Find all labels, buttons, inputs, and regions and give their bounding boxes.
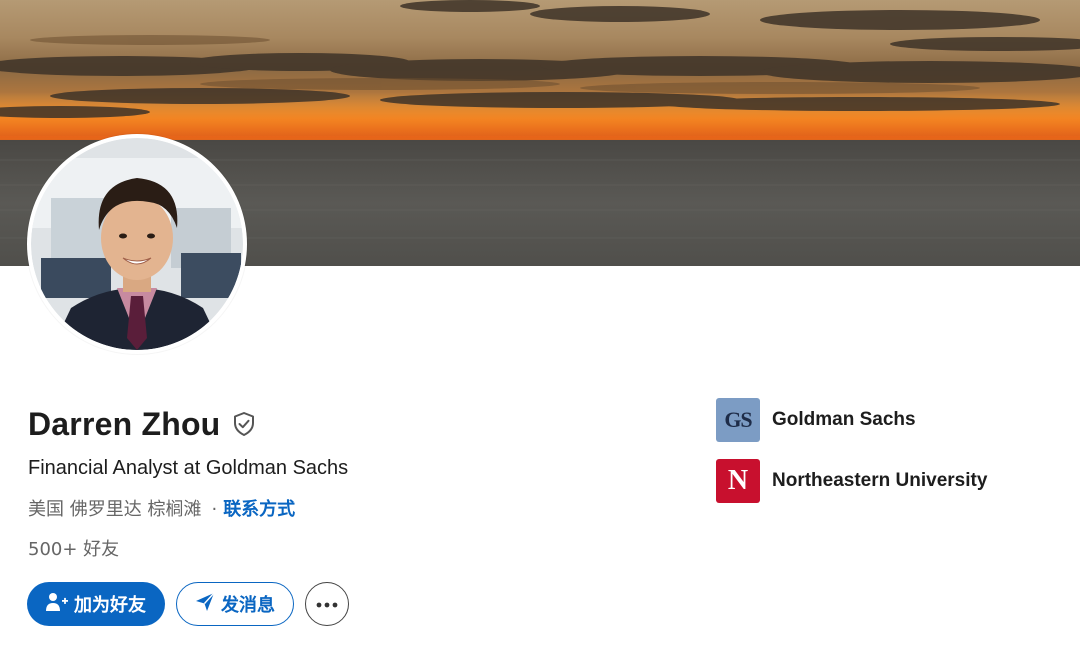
message-button-label: 发消息 bbox=[221, 595, 275, 616]
separator-dot: · bbox=[211, 499, 218, 520]
connect-button-label: 加为好友 bbox=[74, 595, 146, 616]
profile-page: Darren Zhou Financial Analyst at Goldman… bbox=[0, 0, 1080, 654]
org-name: Northeastern University bbox=[772, 470, 988, 491]
profile-photo bbox=[31, 138, 243, 350]
profile-name: Darren Zhou bbox=[28, 405, 221, 442]
org-name: Goldman Sachs bbox=[772, 409, 916, 430]
northeastern-logo: N bbox=[716, 459, 760, 503]
message-button[interactable]: 发消息 bbox=[176, 582, 294, 626]
ellipsis-icon bbox=[316, 595, 338, 613]
connections-count: 500+ 好友 bbox=[28, 539, 120, 560]
name-row: Darren Zhou bbox=[28, 403, 258, 445]
shield-check-icon[interactable] bbox=[230, 410, 258, 438]
send-icon bbox=[195, 592, 215, 617]
profile-location: 美国 佛罗里达 棕榈滩 bbox=[28, 499, 202, 520]
profile-avatar[interactable] bbox=[27, 134, 247, 354]
connect-button[interactable]: 加为好友 bbox=[27, 582, 165, 626]
profile-headline: Financial Analyst at Goldman Sachs bbox=[28, 457, 349, 479]
goldman-sachs-logo: GS bbox=[716, 398, 760, 442]
more-actions-button[interactable] bbox=[305, 582, 349, 626]
org-item-northeastern[interactable]: N Northeastern University bbox=[716, 459, 987, 503]
add-person-icon bbox=[46, 592, 68, 617]
location-row: 美国 佛罗里达 棕榈滩 · 联系方式 bbox=[28, 495, 295, 521]
org-item-goldman-sachs[interactable]: GS Goldman Sachs bbox=[716, 398, 916, 442]
contact-info-link[interactable]: 联系方式 bbox=[223, 499, 295, 520]
